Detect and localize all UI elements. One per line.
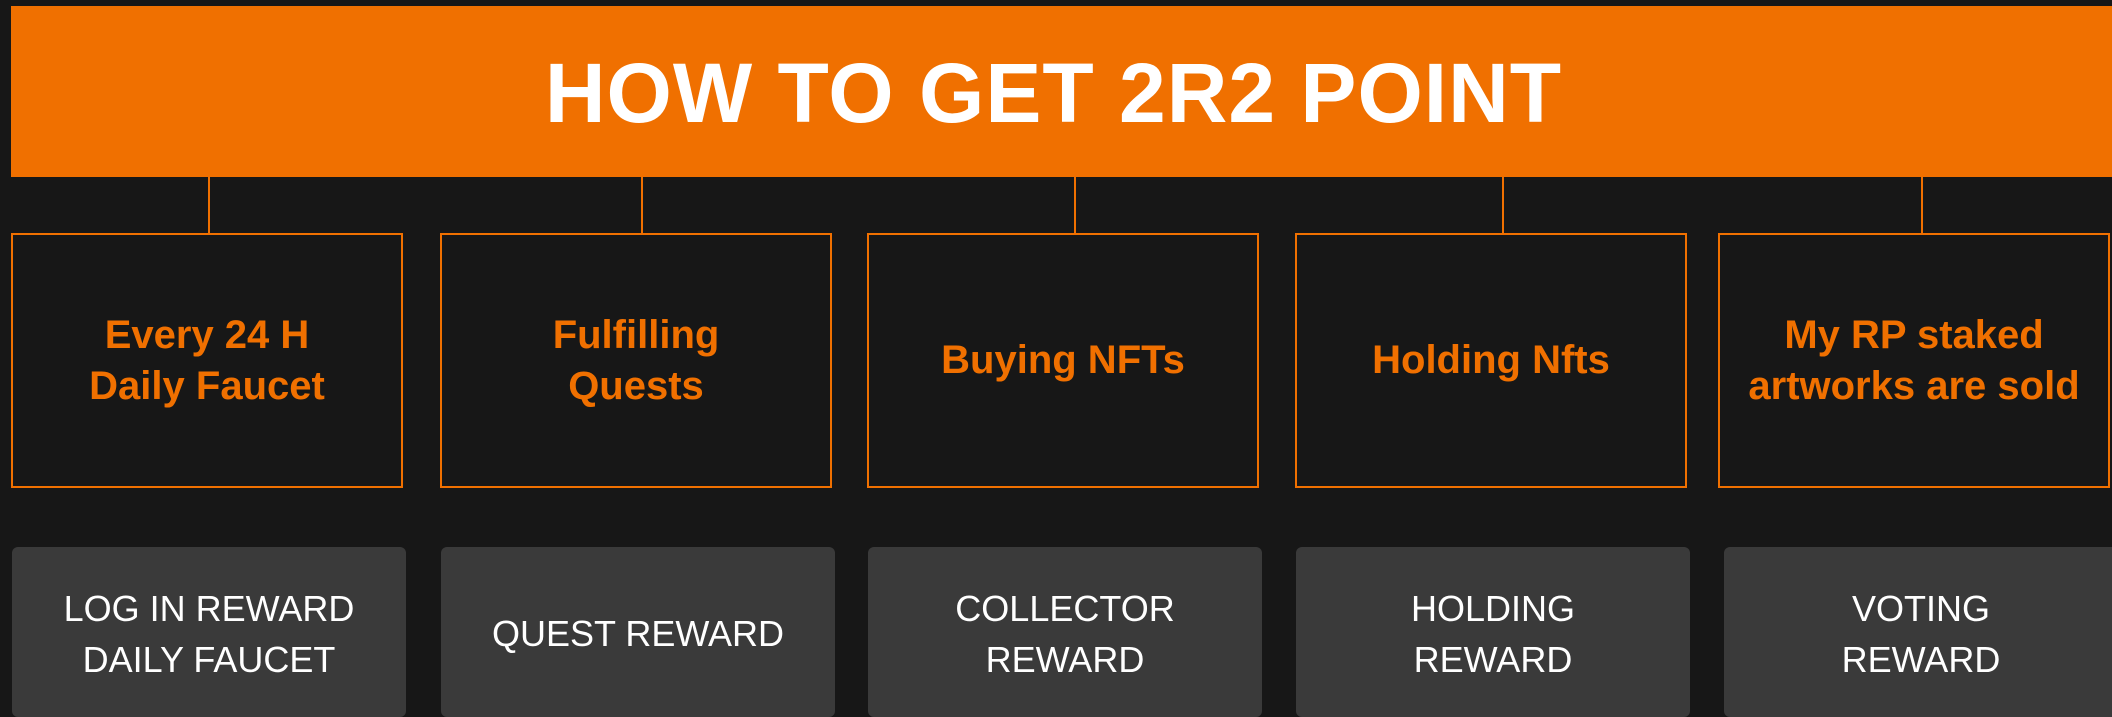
connector-line [208,177,210,233]
method-label: Holding Nfts [1372,338,1610,382]
reward-label: QUEST REWARD [491,613,785,654]
method-label: Fulfilling Quests [552,312,720,408]
connector-line [1921,177,1923,233]
method-box-quests: Fulfilling Quests [440,233,832,488]
connector-line [1074,177,1076,233]
reward-box-collector: COLLECTOR REWARD [868,547,1262,717]
reward-label: LOG IN REWARD DAILY FAUCET [63,588,355,680]
reward-label: COLLECTOR REWARD [955,588,1175,680]
method-box-holding-nfts: Holding Nfts [1295,233,1687,488]
reward-label: HOLDING REWARD [1410,588,1576,680]
method-box-rp-staked: My RP staked artworks are sold [1718,233,2110,488]
title-banner: HOW TO GET 2R2 POINT [11,6,2112,177]
method-box-daily-faucet: Every 24 H Daily Faucet [11,233,403,488]
page-title: HOW TO GET 2R2 POINT [544,46,1563,140]
method-label: Buying NFTs [941,338,1185,382]
reward-box-holding: HOLDING REWARD [1296,547,1690,717]
connector-line [1502,177,1504,233]
method-box-buying-nfts: Buying NFTs [867,233,1259,488]
reward-box-quest: QUEST REWARD [441,547,835,717]
method-label: Every 24 H Daily Faucet [89,312,325,408]
method-label: My RP staked artworks are sold [1748,312,2080,408]
reward-box-voting: VOTING REWARD [1724,547,2112,717]
reward-box-login: LOG IN REWARD DAILY FAUCET [12,547,406,717]
connector-line [641,177,643,233]
reward-label: VOTING REWARD [1841,588,2001,680]
